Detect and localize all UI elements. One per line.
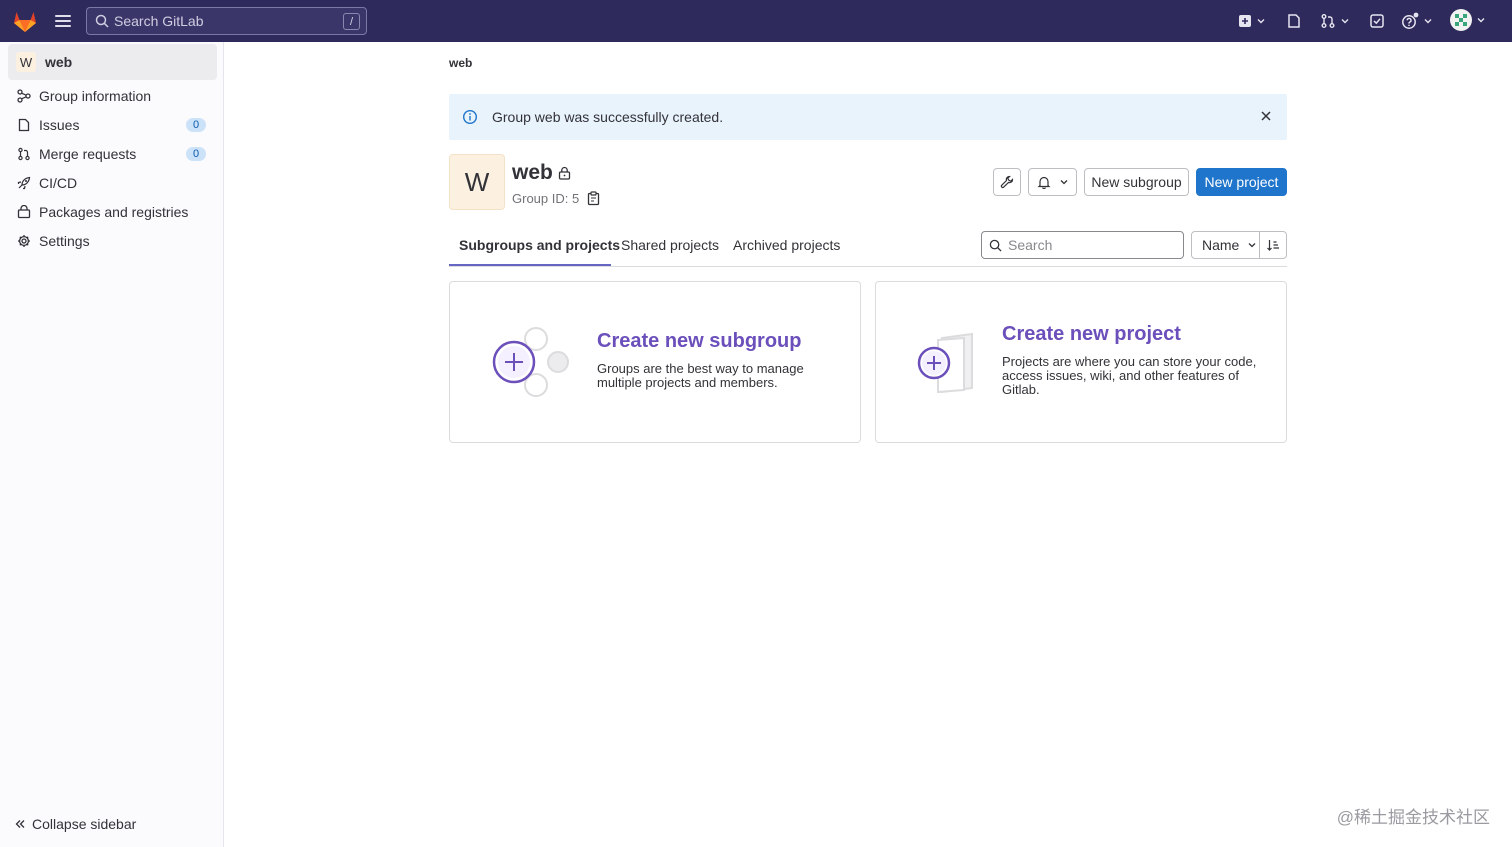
sidebar-item-label: Merge requests — [39, 145, 137, 162]
merge-requests-dropdown[interactable] — [1320, 11, 1350, 31]
card-description-line: Gitlab. — [1002, 382, 1040, 397]
user-menu-dropdown[interactable] — [1450, 9, 1486, 31]
chevron-down-icon — [1477, 18, 1485, 23]
create-new-dropdown[interactable] — [1238, 11, 1266, 31]
search-icon — [95, 14, 109, 28]
card-title[interactable]: Create new project — [1002, 323, 1181, 346]
group-id: Group ID: 5 — [512, 191, 600, 206]
issues-icon — [18, 118, 30, 131]
gear-icon — [18, 234, 30, 247]
main-menu-button[interactable] — [54, 12, 72, 30]
sidebar-item-label: Packages and registries — [39, 203, 189, 220]
group-avatar-large: W — [449, 154, 505, 210]
group-name: web — [512, 161, 553, 184]
sidebar-item-group-information[interactable]: Group information — [8, 81, 217, 110]
sidebar-group-header[interactable]: W web — [8, 44, 217, 80]
card-title[interactable]: Create new subgroup — [597, 330, 801, 353]
sort-ascending-icon — [1267, 240, 1279, 251]
search-shortcut-hint: / — [343, 13, 360, 30]
lock-icon — [558, 166, 570, 180]
issues-icon — [1288, 14, 1300, 28]
chevron-down-icon — [1248, 243, 1256, 248]
sidebar-item-issues[interactable]: Issues 0 — [8, 110, 217, 139]
new-subgroup-button[interactable]: New subgroup — [1084, 168, 1189, 196]
rocket-icon — [17, 176, 31, 189]
notification-settings-dropdown[interactable] — [1028, 168, 1077, 196]
bell-icon — [1037, 176, 1050, 189]
search-placeholder: Search — [1008, 237, 1053, 253]
chevron-down-icon — [1257, 19, 1265, 24]
create-subgroup-card[interactable]: Create new subgroup Groups are the best … — [449, 281, 861, 443]
sort-direction-button[interactable] — [1259, 231, 1287, 259]
group-sidebar: W web Group information Issues 0 Merge r… — [0, 42, 224, 847]
wrench-icon — [1000, 175, 1014, 189]
group-avatar: W — [16, 52, 36, 72]
chevron-down-icon — [1424, 19, 1432, 24]
close-icon[interactable] — [1259, 109, 1273, 123]
create-project-card[interactable]: Create new project Projects are where yo… — [875, 281, 1287, 443]
search-icon — [989, 239, 1002, 252]
merge-request-icon — [18, 147, 30, 160]
tab-subgroups-and-projects[interactable]: Subgroups and projects — [459, 237, 620, 253]
user-avatar — [1450, 9, 1472, 31]
global-search-input[interactable]: Search GitLab / — [86, 7, 367, 35]
copy-clipboard-icon[interactable] — [587, 191, 600, 206]
help-dropdown[interactable] — [1401, 11, 1433, 31]
sidebar-item-label: Issues — [39, 116, 80, 133]
alert-message: Group web was successfully created. — [492, 109, 724, 125]
merge-requests-count-badge: 0 — [186, 147, 206, 161]
todo-checkbox-icon — [1370, 14, 1384, 28]
card-description-line: Groups are the best way to manage — [597, 361, 804, 376]
issues-count-badge: 0 — [186, 118, 206, 132]
card-description: Groups are the best way to manage multip… — [597, 362, 804, 390]
search-placeholder: Search GitLab — [114, 13, 204, 29]
sidebar-item-packages-registries[interactable]: Packages and registries — [8, 197, 217, 226]
sidebar-item-cicd[interactable]: CI/CD — [8, 168, 217, 197]
active-tab-indicator — [449, 264, 611, 266]
group-info-icon — [17, 88, 31, 103]
subgroup-illustration-icon — [492, 327, 569, 397]
breadcrumb[interactable]: web — [449, 56, 472, 70]
top-navbar: Search GitLab / — [0, 0, 1512, 42]
collapse-sidebar-button[interactable]: Collapse sidebar — [14, 816, 136, 832]
card-description-line: access issues, wiki, and other features … — [1002, 368, 1240, 383]
watermark: @稀土掘金技术社区 — [1336, 808, 1490, 827]
sidebar-item-settings[interactable]: Settings — [8, 226, 217, 255]
new-project-button[interactable]: New project — [1196, 168, 1287, 196]
success-alert: Group web was successfully created. — [449, 94, 1287, 140]
group-settings-button[interactable] — [993, 168, 1021, 196]
sidebar-item-merge-requests[interactable]: Merge requests 0 — [8, 139, 217, 168]
double-chevron-left-icon — [15, 820, 25, 828]
sort-by-label: Name — [1202, 237, 1240, 253]
package-icon — [17, 204, 31, 218]
sort-by-dropdown[interactable]: Name — [1191, 231, 1260, 259]
project-illustration-icon — [917, 332, 973, 394]
merge-request-icon — [1321, 14, 1335, 28]
sidebar-item-label: CI/CD — [39, 174, 78, 191]
page-title: web — [512, 161, 571, 185]
projects-search-input[interactable]: Search — [981, 231, 1184, 259]
sidebar-item-label: Group information — [39, 87, 152, 104]
sidebar-group-name: web — [45, 54, 73, 70]
info-icon — [462, 109, 478, 125]
tab-archived-projects[interactable]: Archived projects — [733, 237, 840, 253]
chevron-down-icon — [1341, 19, 1349, 24]
todos-button[interactable] — [1369, 11, 1385, 31]
chevron-down-icon — [1060, 180, 1067, 185]
card-description: Projects are where you can store your co… — [1002, 355, 1256, 397]
gitlab-logo-icon[interactable] — [12, 8, 38, 34]
breadcrumb-item-web[interactable]: web — [449, 56, 472, 70]
card-description-line: multiple projects and members. — [597, 375, 778, 390]
issues-button[interactable] — [1286, 11, 1302, 31]
tab-shared-projects[interactable]: Shared projects — [621, 237, 719, 253]
group-id-label: Group ID: 5 — [512, 191, 580, 206]
sidebar-item-label: Settings — [39, 232, 90, 249]
card-description-line: Projects are where you can store your co… — [1002, 354, 1257, 369]
plus-square-icon — [1239, 15, 1251, 27]
help-icon — [1402, 12, 1419, 29]
collapse-sidebar-label: Collapse sidebar — [32, 816, 137, 832]
